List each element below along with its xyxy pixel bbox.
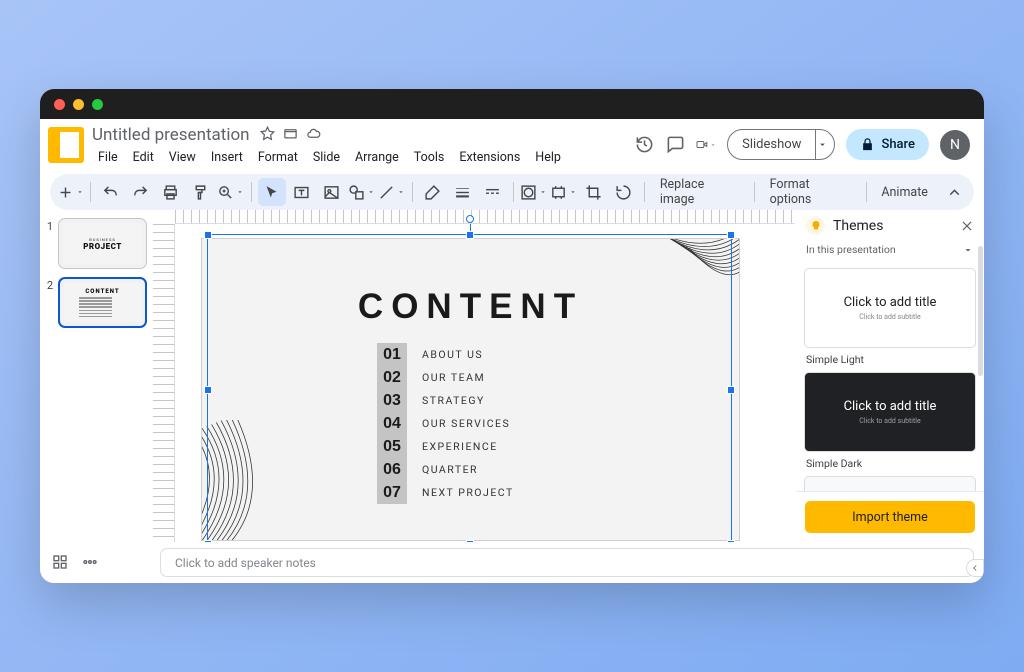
redo-button[interactable] (127, 178, 155, 206)
share-button[interactable]: Share (846, 129, 929, 160)
star-icon[interactable] (260, 126, 275, 145)
content-list[interactable]: 01ABOUT US 02OUR TEAM 03STRATEGY 04OUR S… (377, 343, 514, 504)
paint-format-button[interactable] (187, 178, 215, 206)
themes-panel: Themes In this presentation Click to add… (795, 210, 984, 542)
zoom-button[interactable] (217, 178, 245, 206)
rotate-button[interactable] (610, 178, 638, 206)
menu-arrange[interactable]: Arrange (349, 147, 405, 168)
browser-window: Untitled presentation File Edit View Ins… (40, 89, 984, 583)
collapse-toolbar-button[interactable] (940, 178, 968, 206)
scrollbar[interactable] (978, 246, 983, 376)
theme-card[interactable]: Click to add title Click to add subtitle (804, 476, 976, 491)
move-icon[interactable] (283, 126, 298, 145)
menu-file[interactable]: File (92, 147, 124, 168)
menu-bar: File Edit View Insert Format Slide Arran… (92, 147, 626, 168)
slide-title[interactable]: CONTENT (202, 287, 739, 327)
list-item: 04OUR SERVICES (377, 412, 514, 435)
animate-button[interactable]: Animate (873, 178, 936, 206)
slide-thumbnails: 1 BUSINESSPROJECT 2 CONTENT (40, 210, 153, 542)
theme-name: Simple Dark (806, 457, 976, 470)
menu-extensions[interactable]: Extensions (453, 147, 526, 168)
doc-meta: Untitled presentation File Edit View Ins… (92, 125, 626, 168)
list-item: 03STRATEGY (377, 389, 514, 412)
toolbar: Replace image Format options Animate (50, 174, 974, 210)
import-theme-button[interactable]: Import theme (805, 501, 975, 533)
list-item: 07NEXT PROJECT (377, 481, 514, 504)
themes-title: Themes (833, 218, 952, 234)
slideshow-label: Slideshow (728, 137, 815, 152)
format-options-button[interactable]: Format options (761, 178, 861, 206)
reset-image-button[interactable] (550, 178, 578, 206)
themes-section-toggle[interactable]: In this presentation (796, 243, 984, 262)
undo-button[interactable] (97, 178, 125, 206)
thumbnail-1[interactable]: BUSINESSPROJECT (58, 218, 147, 269)
share-label: Share (881, 137, 915, 152)
mask-image-button[interactable] (520, 178, 548, 206)
list-item: 05EXPERIENCE (377, 435, 514, 458)
border-weight-button[interactable] (449, 178, 477, 206)
theme-card[interactable]: Click to add title Click to add subtitle (804, 268, 976, 348)
decorative-lines-icon (202, 420, 317, 540)
list-item: 06QUARTER (377, 458, 514, 481)
header-right: Slideshow Share N (634, 125, 970, 160)
ruler-vertical (153, 224, 175, 542)
theme-name: Simple Light (806, 353, 976, 366)
list-item: 01ABOUT US (377, 343, 514, 366)
avatar[interactable]: N (940, 130, 970, 160)
chevron-down-icon (962, 244, 974, 256)
menu-tools[interactable]: Tools (408, 147, 451, 168)
speaker-notes[interactable]: Click to add speaker notes (160, 548, 974, 577)
shape-button[interactable] (348, 178, 376, 206)
grid-view-icon[interactable] (52, 554, 68, 574)
header: Untitled presentation File Edit View Ins… (40, 119, 984, 168)
menu-insert[interactable]: Insert (205, 147, 249, 168)
thumb-number: 1 (46, 220, 53, 269)
border-color-button[interactable] (419, 178, 447, 206)
themes-icon (806, 216, 825, 235)
textbox-button[interactable] (288, 178, 316, 206)
window-minimize-icon[interactable] (73, 99, 84, 110)
close-icon[interactable] (960, 219, 974, 233)
lock-icon (860, 137, 875, 152)
list-item: 02OUR TEAM (377, 366, 514, 389)
slide[interactable]: CONTENT 01ABOUT US 02OUR TEAM 03STRATEGY… (201, 238, 740, 541)
select-tool[interactable] (258, 178, 286, 206)
window-close-icon[interactable] (54, 99, 65, 110)
theme-card[interactable]: Click to add title Click to add subtitle (804, 372, 976, 452)
menu-slide[interactable]: Slide (307, 147, 346, 168)
doc-actions (260, 126, 321, 145)
menu-help[interactable]: Help (529, 147, 567, 168)
sidebar-toggle[interactable] (966, 559, 984, 577)
themes-list: Click to add title Click to add subtitle… (796, 262, 984, 491)
thumbnail-2[interactable]: CONTENT (58, 277, 147, 328)
chevron-down-icon[interactable] (816, 139, 834, 150)
history-icon[interactable] (634, 135, 654, 155)
canvas[interactable]: CONTENT 01ABOUT US 02OUR TEAM 03STRATEGY… (153, 210, 795, 542)
line-button[interactable] (378, 178, 406, 206)
ruler-horizontal (175, 210, 795, 224)
replace-image-button[interactable]: Replace image (651, 178, 748, 206)
comments-icon[interactable] (665, 135, 685, 155)
doc-title[interactable]: Untitled presentation (92, 125, 250, 145)
new-slide-button[interactable] (56, 178, 84, 206)
thumb-number: 2 (46, 279, 53, 328)
print-button[interactable] (157, 178, 185, 206)
menu-edit[interactable]: Edit (127, 147, 160, 168)
border-dash-button[interactable] (479, 178, 507, 206)
explore-icon[interactable] (82, 554, 98, 574)
work-area: 1 BUSINESSPROJECT 2 CONTENT (40, 210, 984, 542)
crop-image-button[interactable] (580, 178, 608, 206)
menu-view[interactable]: View (163, 147, 202, 168)
image-button[interactable] (318, 178, 346, 206)
cloud-status-icon[interactable] (306, 126, 321, 145)
slideshow-button[interactable]: Slideshow (727, 129, 835, 160)
slides-logo-icon[interactable] (48, 127, 84, 163)
bottom-left-controls (52, 554, 98, 574)
app-chrome: Untitled presentation File Edit View Ins… (40, 119, 984, 583)
menu-format[interactable]: Format (252, 147, 304, 168)
window-titlebar (40, 89, 984, 119)
meet-button[interactable] (696, 135, 716, 155)
window-maximize-icon[interactable] (92, 99, 103, 110)
